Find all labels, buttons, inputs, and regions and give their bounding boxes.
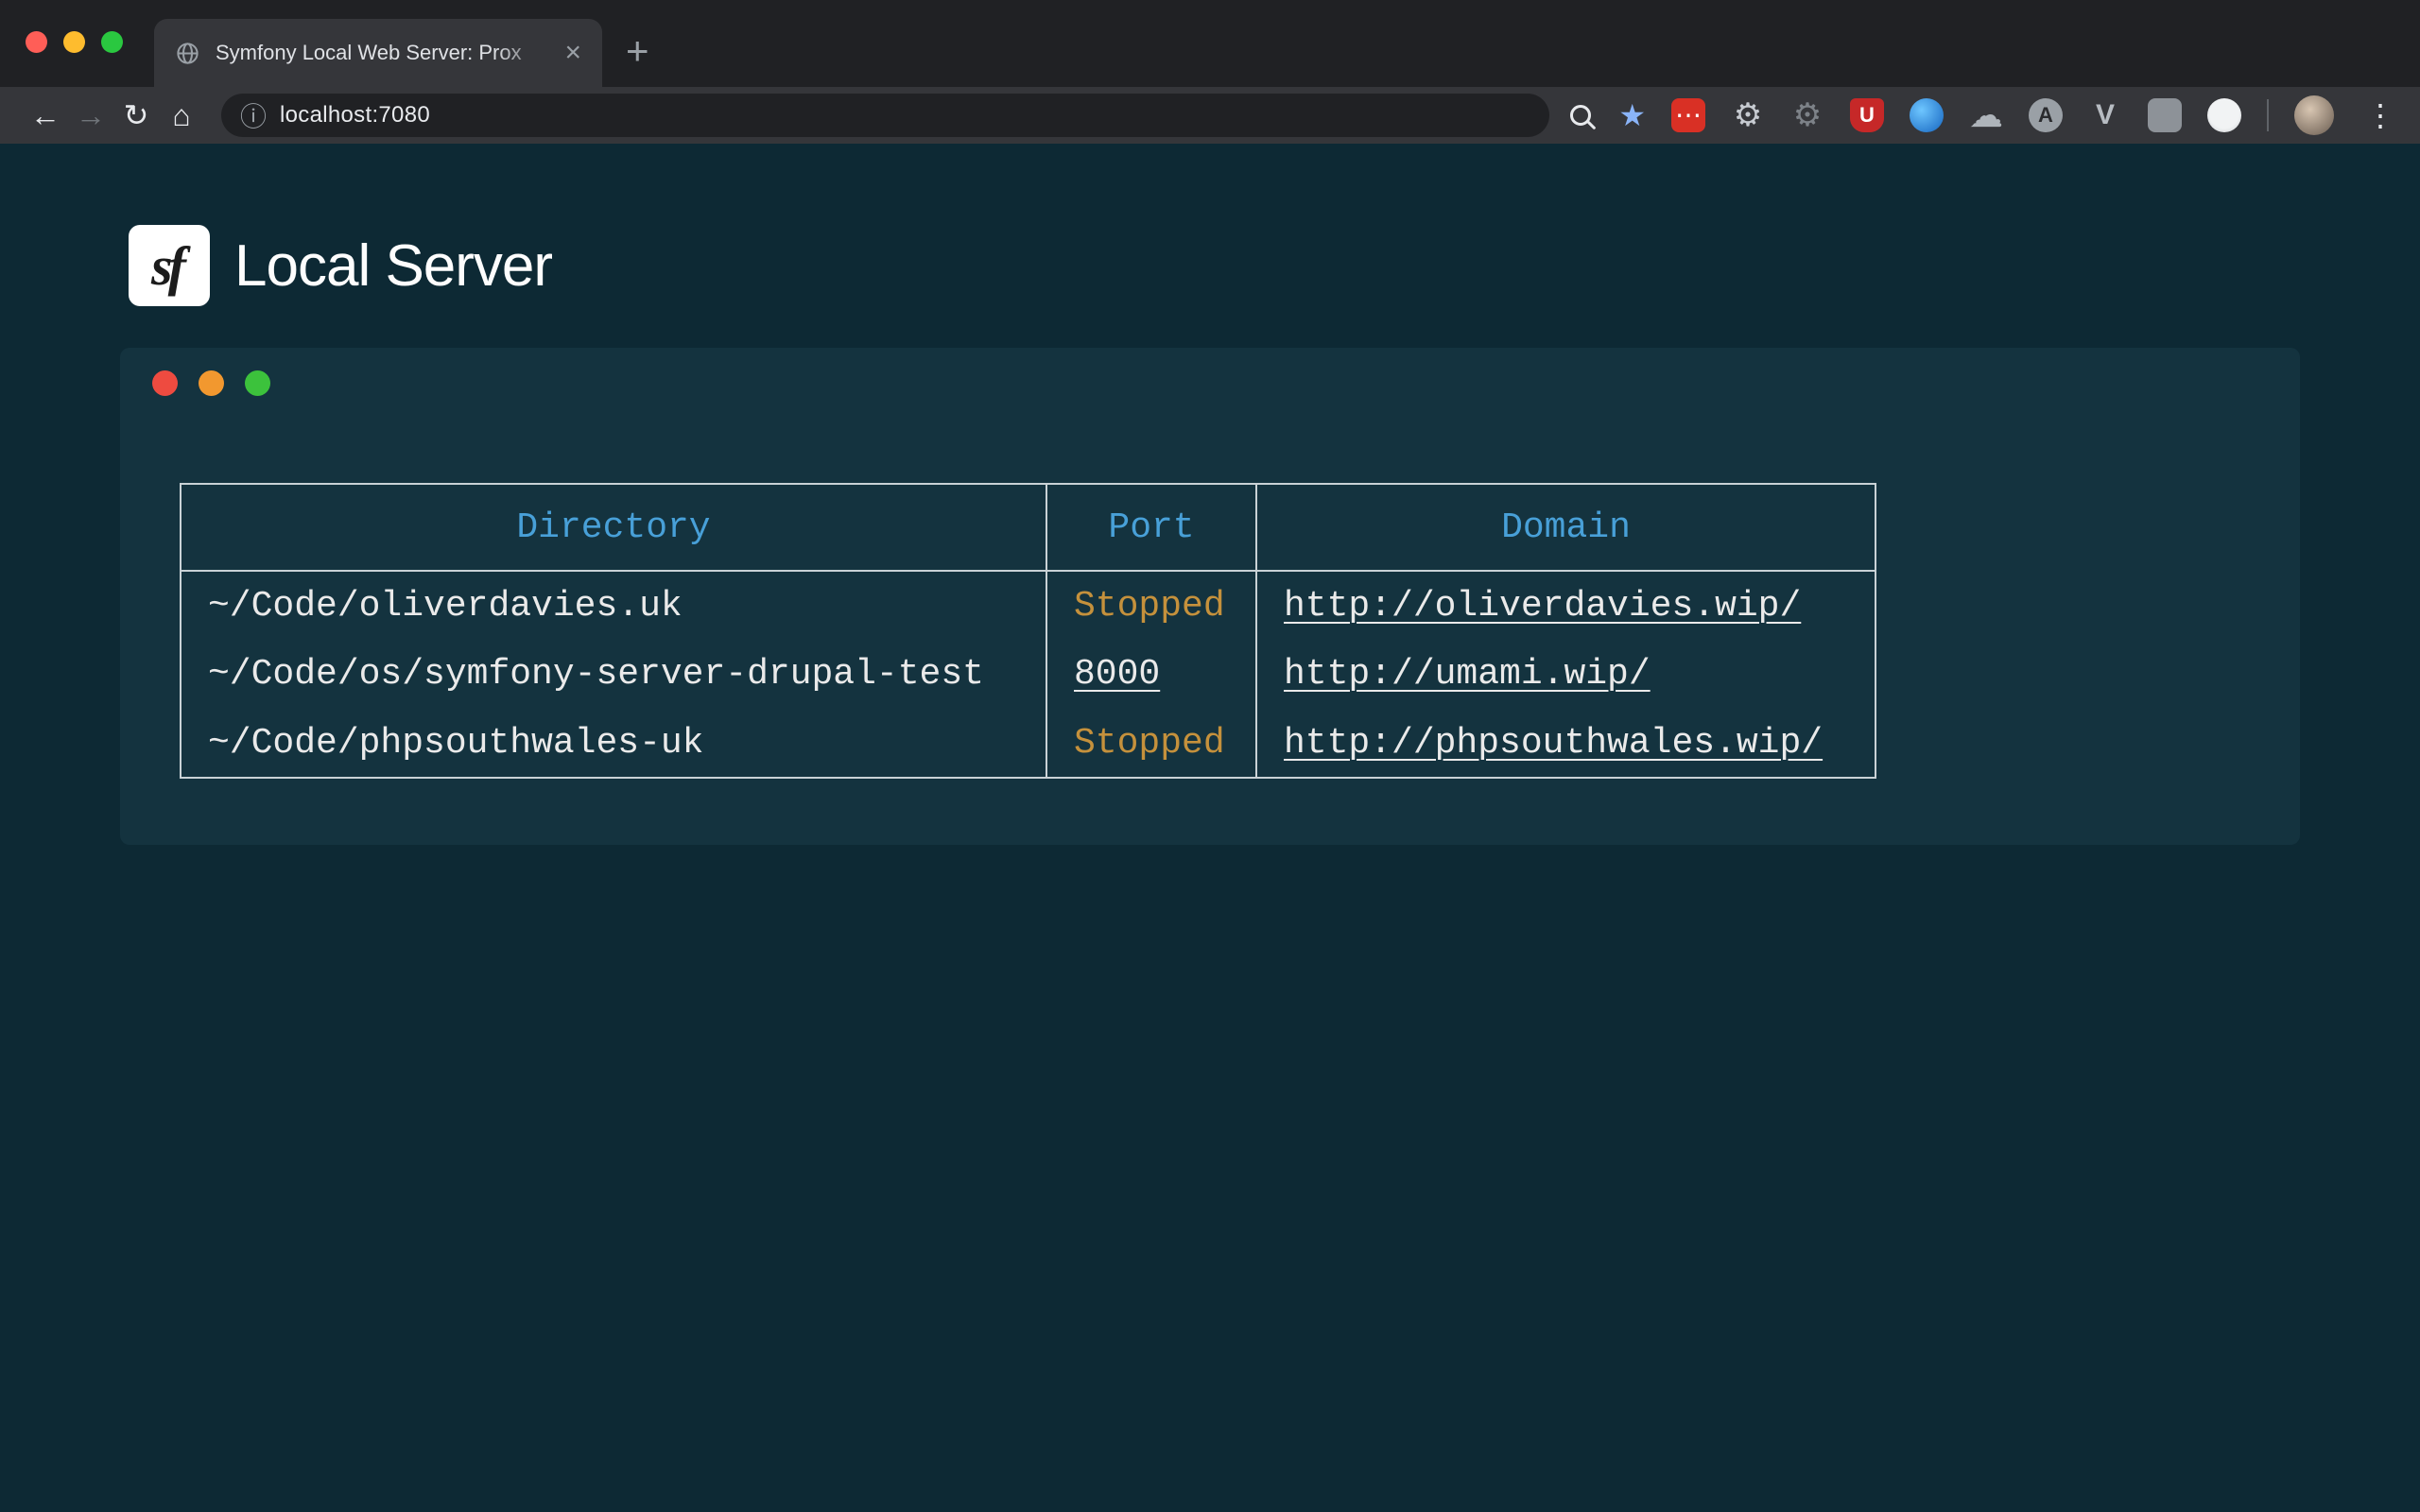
info-icon[interactable]: ⓘ — [240, 96, 267, 134]
reload-button[interactable]: ↻ — [113, 97, 159, 133]
server-terminal-card: Directory Port Domain ~/Code/oliverdavie… — [120, 348, 2300, 845]
page-header: sf Local Server — [129, 225, 552, 306]
page-title: Local Server — [234, 232, 552, 300]
port-cell: Stopped — [1046, 571, 1256, 640]
port-cell: Stopped — [1046, 709, 1256, 778]
terminal-window-dots — [152, 370, 270, 396]
column-header-port: Port — [1046, 484, 1256, 571]
domain-cell: http://phpsouthwales.wip/ — [1256, 709, 1876, 778]
port-status-stopped: Stopped — [1074, 723, 1225, 764]
blue-circle-extension-icon[interactable] — [1910, 98, 1944, 132]
directory-cell: ~/Code/oliverdavies.uk — [181, 571, 1046, 640]
domain-cell: http://oliverdavies.wip/ — [1256, 571, 1876, 640]
toolbar-right-cluster: ★ ⋯ ⚙ ⚙ U ☁ A V ⋮ — [1570, 95, 2401, 135]
port-link[interactable]: 8000 — [1074, 654, 1160, 695]
ublock-extension-icon[interactable]: U — [1850, 98, 1884, 132]
gray-square-extension-icon[interactable] — [2148, 98, 2182, 132]
orange-dot — [199, 370, 224, 396]
domain-link[interactable]: http://phpsouthwales.wip/ — [1284, 723, 1823, 764]
directory-cell: ~/Code/phpsouthwales-uk — [181, 709, 1046, 778]
port-status-stopped: Stopped — [1074, 586, 1225, 627]
close-tab-icon[interactable]: × — [564, 39, 581, 67]
toolbar-separator — [2267, 99, 2269, 131]
page-content: sf Local Server Directory Port Domain ~/… — [0, 144, 2420, 1512]
symfony-logo-glyph: sf — [151, 234, 187, 298]
close-window-button[interactable] — [26, 31, 47, 53]
home-button[interactable]: ⌂ — [159, 98, 204, 133]
a-circle-extension-icon[interactable]: A — [2029, 98, 2063, 132]
port-cell: 8000 — [1046, 640, 1256, 709]
red-dot — [152, 370, 178, 396]
profile-avatar[interactable] — [2294, 95, 2334, 135]
symfony-logo: sf — [129, 225, 210, 306]
v-extension-icon[interactable]: V — [2088, 98, 2122, 132]
browser-tab-bar: Symfony Local Web Server: Prox × + — [0, 0, 2420, 87]
green-dot — [245, 370, 270, 396]
bookmark-star-icon[interactable]: ★ — [1618, 100, 1646, 130]
minimize-window-button[interactable] — [63, 31, 85, 53]
new-tab-button[interactable]: + — [626, 28, 649, 74]
server-table: Directory Port Domain ~/Code/oliverdavie… — [180, 483, 1876, 779]
domain-link[interactable]: http://umami.wip/ — [1284, 654, 1651, 695]
forward-button[interactable]: → — [68, 98, 113, 133]
table-row: ~/Code/phpsouthwales-uk Stopped http://p… — [181, 709, 1876, 778]
column-header-directory: Directory — [181, 484, 1046, 571]
zoom-window-button[interactable] — [101, 31, 123, 53]
cloud-extension-icon[interactable]: ☁ — [1969, 98, 2003, 132]
zoom-icon[interactable] — [1570, 105, 1591, 126]
column-header-domain: Domain — [1256, 484, 1876, 571]
gear-dark-extension-icon[interactable]: ⚙ — [1790, 98, 1824, 132]
gear-light-extension-icon[interactable]: ⚙ — [1731, 98, 1765, 132]
browser-toolbar: ← → ↻ ⌂ ⓘ localhost:7080 ★ ⋯ ⚙ ⚙ U ☁ A V… — [0, 87, 2420, 144]
window-controls — [26, 31, 123, 53]
browser-tab[interactable]: Symfony Local Web Server: Prox × — [154, 19, 602, 87]
table-row: ~/Code/oliverdavies.uk Stopped http://ol… — [181, 571, 1876, 640]
github-extension-icon[interactable] — [2207, 98, 2241, 132]
red-grid-extension-icon[interactable]: ⋯ — [1671, 98, 1705, 132]
domain-link[interactable]: http://oliverdavies.wip/ — [1284, 586, 1801, 627]
back-button[interactable]: ← — [23, 98, 68, 133]
tab-title: Symfony Local Web Server: Prox — [216, 41, 555, 65]
domain-cell: http://umami.wip/ — [1256, 640, 1876, 709]
url-text: localhost:7080 — [280, 102, 430, 129]
table-row: ~/Code/os/symfony-server-drupal-test 800… — [181, 640, 1876, 709]
directory-cell: ~/Code/os/symfony-server-drupal-test — [181, 640, 1046, 709]
table-header-row: Directory Port Domain — [181, 484, 1876, 571]
url-bar[interactable]: ⓘ localhost:7080 — [221, 94, 1549, 137]
globe-icon — [175, 41, 200, 66]
browser-menu-icon[interactable]: ⋮ — [2360, 100, 2401, 130]
